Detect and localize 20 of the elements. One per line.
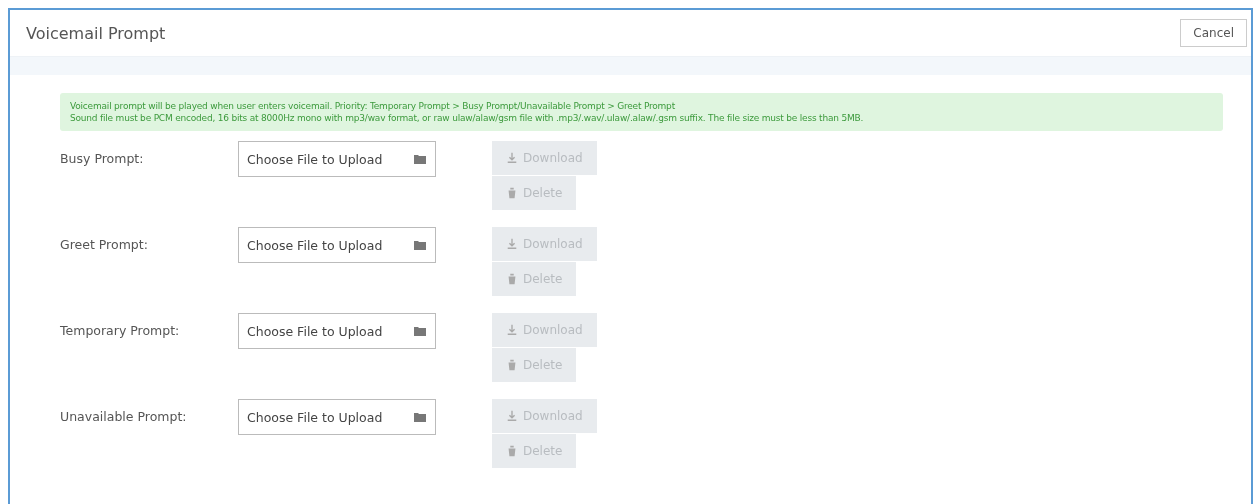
folder-icon <box>413 324 427 338</box>
field-label: Unavailable Prompt: <box>60 408 188 424</box>
field-label: Greet Prompt: <box>60 236 149 252</box>
trash-icon <box>506 359 518 371</box>
notice-text: Sound file must be PCM encoded, 16 bits at 8000Hz mono with mp3/wav format, or raw ulaw/alaw/gsm file with .mp3/.wav/.ulaw/.alaw/.gsm suffix. The file size must be less than 5MB. <box>70 113 865 123</box>
folder-icon <box>413 152 427 166</box>
download-icon <box>506 410 518 422</box>
download-icon <box>506 152 518 164</box>
trash-icon <box>506 187 518 199</box>
trash-icon <box>506 273 518 285</box>
download-icon <box>506 324 518 336</box>
cancel-button[interactable]: Cancel <box>1180 19 1247 47</box>
notice-text: Voicemail prompt will be played when user enters voicemail. Priority: Temporary Prompt > Busy Prompt/Unavailable Prompt > Greet Prompt <box>70 101 676 111</box>
folder-icon <box>413 238 427 252</box>
download-icon <box>506 238 518 250</box>
field-label: Busy Prompt: <box>60 150 145 166</box>
trash-icon <box>506 445 518 457</box>
window-title: Voicemail Prompt <box>26 23 166 43</box>
field-label: Temporary Prompt: <box>60 322 181 338</box>
folder-icon <box>413 410 427 424</box>
